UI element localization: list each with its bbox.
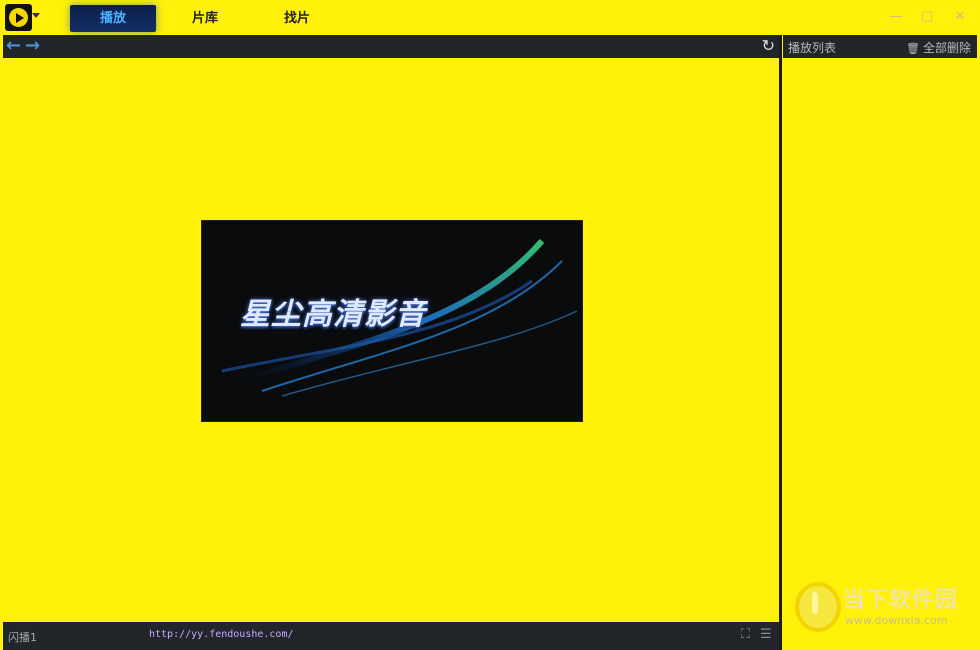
clear-all-label: 全部删除 [922, 41, 971, 55]
title-bar: 播放 片库 找片 — □ ✕ [0, 0, 980, 35]
refresh-icon[interactable]: ↻ [762, 36, 775, 56]
watermark-logo: 当下软件园 www.downxia.com [793, 578, 973, 638]
panel-divider[interactable] [779, 35, 782, 650]
playlist-title: 播放列表 [788, 41, 837, 55]
arrow-left-icon[interactable]: ← [6, 36, 21, 56]
watermark-url: www.downxia.com [845, 614, 948, 627]
trash-icon: 🗑 [906, 42, 920, 55]
tab-find[interactable]: 找片 [254, 5, 340, 32]
splash-title: 星尘高清影音 [240, 297, 426, 332]
status-bar: 闪播1 http://yy.fendoushe.com/ ⛶ ☰ [3, 622, 779, 650]
status-text: 闪播1 [8, 631, 37, 644]
maximize-button[interactable]: □ [918, 8, 936, 26]
chevron-down-icon[interactable] [32, 13, 40, 18]
arrow-right-icon[interactable]: → [25, 36, 40, 56]
splash-image: 星尘高清影音 [201, 220, 583, 422]
playlist-toggle-icon[interactable]: ☰ [760, 628, 772, 642]
video-area[interactable]: 星尘高清影音 [3, 58, 779, 622]
app-logo-icon[interactable] [5, 4, 32, 31]
minimize-button[interactable]: — [887, 8, 905, 26]
tab-library[interactable]: 片库 [162, 5, 248, 32]
fullscreen-icon[interactable]: ⛶ [741, 628, 750, 642]
status-url-link[interactable]: http://yy.fendoushe.com/ [149, 629, 294, 640]
playlist-header: 播放列表 🗑 全部删除 [783, 35, 977, 58]
tab-play[interactable]: 播放 [70, 5, 156, 32]
watermark-name: 当下软件园 [843, 588, 959, 613]
player-toolbar: ← → ↻ [3, 35, 779, 58]
watermark-icon [795, 582, 841, 632]
clear-all-button[interactable]: 🗑 全部删除 [906, 39, 971, 56]
close-button[interactable]: ✕ [951, 8, 969, 26]
